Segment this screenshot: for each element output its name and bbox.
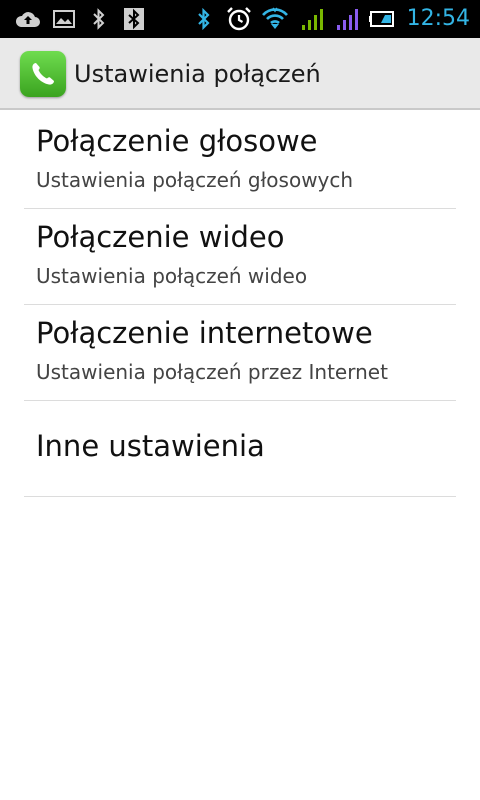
bluetooth-box-icon: [122, 0, 146, 38]
status-bar: 12:54: [0, 0, 480, 38]
phone-icon[interactable]: [20, 51, 66, 97]
setting-title: Połączenie internetowe: [36, 316, 373, 350]
wifi-icon: [260, 0, 290, 38]
setting-internet-call[interactable]: Połączenie internetowe Ustawienia połącz…: [24, 305, 456, 401]
signal-green-icon: [300, 0, 326, 38]
bluetooth-icon: [89, 0, 109, 38]
bluetooth-active-icon: [194, 0, 214, 38]
battery-icon: [368, 0, 398, 38]
setting-video-call[interactable]: Połączenie wideo Ustawienia połączeń wid…: [24, 209, 456, 305]
action-bar: Ustawienia połączeń: [0, 38, 480, 110]
clock: 12:54: [406, 6, 470, 31]
setting-subtitle: Ustawienia połączeń głosowych: [36, 168, 354, 192]
setting-title: Połączenie wideo: [36, 220, 285, 254]
page-title: Ustawienia połączeń: [74, 60, 321, 88]
upload-icon: [14, 0, 42, 38]
setting-other[interactable]: Inne ustawienia: [24, 401, 456, 497]
setting-title: Połączenie głosowe: [36, 124, 318, 158]
settings-list: Połączenie głosowe Ustawienia połączeń g…: [24, 113, 456, 497]
alarm-icon: [225, 0, 253, 38]
setting-subtitle: Ustawienia połączeń wideo: [36, 264, 308, 288]
setting-title: Inne ustawienia: [36, 429, 265, 463]
setting-voice-call[interactable]: Połączenie głosowe Ustawienia połączeń g…: [24, 113, 456, 209]
signal-purple-icon: [335, 0, 361, 38]
image-icon: [52, 0, 76, 38]
setting-subtitle: Ustawienia połączeń przez Internet: [36, 360, 388, 384]
